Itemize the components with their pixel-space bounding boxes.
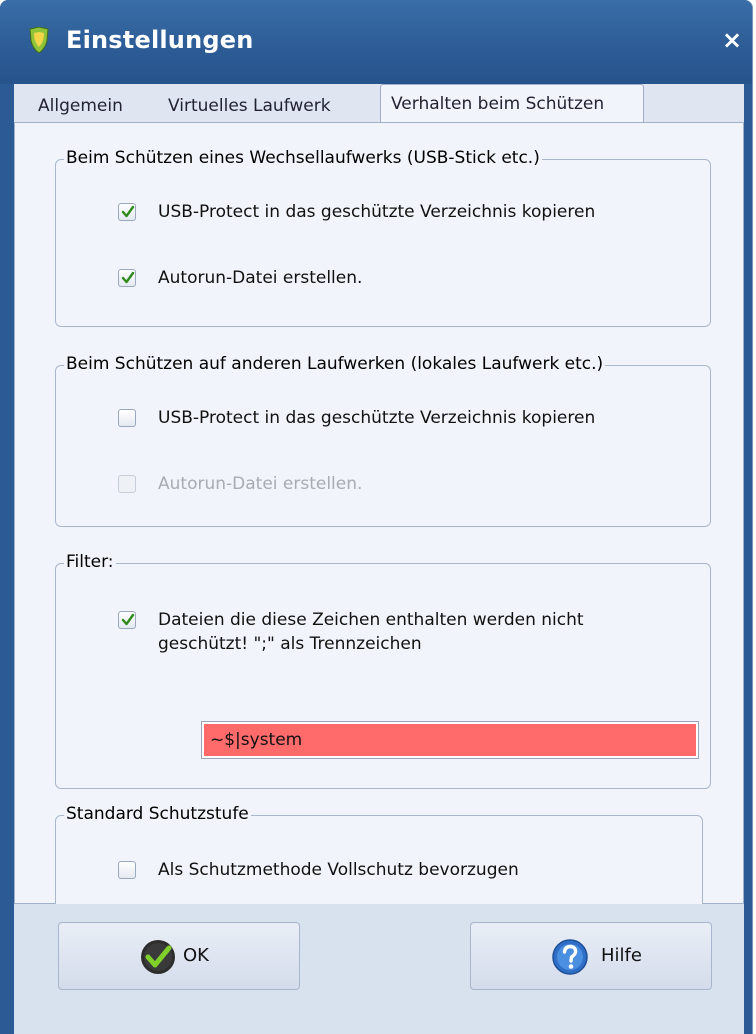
group-title: Filter: <box>64 552 116 572</box>
checkbox[interactable] <box>118 203 136 221</box>
window-title: Einstellungen <box>66 26 254 54</box>
checkbox[interactable] <box>118 409 136 427</box>
group-title: Beim Schützen auf anderen Laufwerken (lo… <box>64 354 606 374</box>
option-create-autorun[interactable]: Autorun-Datei erstellen. <box>118 266 362 290</box>
checkbox-label: USB-Protect in das geschützte Verzeichni… <box>158 408 596 428</box>
checkbox-label: Als Schutzmethode Vollschutz bevorzugen <box>158 860 519 880</box>
filter-input[interactable]: ~$|system <box>201 721 699 759</box>
checkbox-label: Autorun-Datei erstellen. <box>158 268 363 288</box>
filter-label-line2: geschützt! ";" als Trennzeichen <box>158 634 422 654</box>
checkbox-label: USB-Protect in das geschützte Verzeichni… <box>158 202 596 222</box>
option-copy-usb-protect[interactable]: USB-Protect in das geschützte Verzeichni… <box>118 200 595 224</box>
checkbox[interactable] <box>118 611 136 629</box>
checkbox[interactable] <box>118 861 136 879</box>
group-other-drives: Beim Schützen auf anderen Laufwerken (lo… <box>55 354 711 527</box>
title-bar[interactable]: Einstellungen × <box>0 0 752 84</box>
help-button[interactable]: Hilfe <box>470 922 712 990</box>
ok-button[interactable]: OK <box>58 922 300 990</box>
tab-virtuelles-laufwerk[interactable]: Virtuelles Laufwerk <box>168 90 331 122</box>
checkbox-label: Dateien die diese Zeichen enthalten werd… <box>158 608 584 656</box>
group-title: Standard Schutzstufe <box>64 804 251 824</box>
checkbox-label: Autorun-Datei erstellen. <box>158 474 363 494</box>
help-question-icon <box>552 939 588 975</box>
checkmark-icon <box>121 205 135 218</box>
ok-check-icon <box>141 940 175 974</box>
button-bar: OK Hilfe <box>14 904 744 1034</box>
checkmark-icon <box>121 271 135 284</box>
dialog-client: Allgemein Virtuelles Laufwerk Verhalten … <box>14 84 744 1034</box>
app-shield-icon <box>29 27 49 53</box>
close-icon[interactable]: × <box>722 26 742 54</box>
group-filter: Filter: Dateien die diese Zeichen enthal… <box>55 552 711 789</box>
group-title: Beim Schützen eines Wechsellaufwerks (US… <box>64 148 542 168</box>
tab-strip: Allgemein Virtuelles Laufwerk Verhalten … <box>14 84 744 124</box>
checkbox[interactable] <box>118 475 136 493</box>
settings-dialog: Einstellungen × Allgemein Virtuelles Lau… <box>0 0 752 1034</box>
option-create-autorun-local[interactable]: Autorun-Datei erstellen. <box>118 472 362 496</box>
tab-verhalten-beim-schuetzen[interactable]: Verhalten beim Schützen <box>380 84 644 124</box>
checkmark-icon <box>121 613 135 626</box>
option-copy-usb-protect-local[interactable]: USB-Protect in das geschützte Verzeichni… <box>118 406 595 430</box>
help-label: Hilfe <box>601 945 642 966</box>
checkbox[interactable] <box>118 269 136 287</box>
filter-label-line1: Dateien die diese Zeichen enthalten werd… <box>158 610 584 630</box>
group-removable-drive: Beim Schützen eines Wechsellaufwerks (US… <box>55 148 711 327</box>
option-prefer-full-protection[interactable]: Als Schutzmethode Vollschutz bevorzugen <box>118 858 519 882</box>
option-filter-enable[interactable]: Dateien die diese Zeichen enthalten werd… <box>118 608 584 656</box>
ok-label: OK <box>183 945 209 966</box>
tab-allgemein[interactable]: Allgemein <box>38 90 123 122</box>
tab-page-verhalten: Beim Schützen eines Wechsellaufwerks (US… <box>14 122 744 921</box>
